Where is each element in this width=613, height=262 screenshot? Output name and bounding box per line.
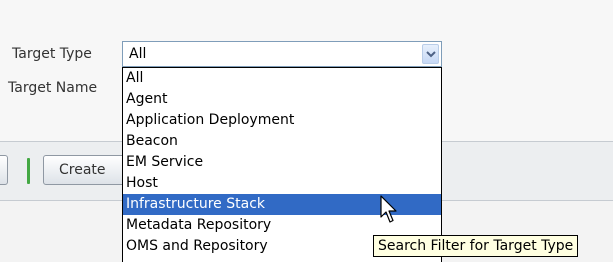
option-application-deployment[interactable]: Application Deployment [123, 110, 441, 131]
option-all[interactable]: All [123, 68, 441, 89]
target-type-label: Target Type [12, 46, 92, 62]
tooltip: Search Filter for Target Type [373, 235, 579, 257]
option-em-service[interactable]: EM Service [123, 152, 441, 173]
target-type-selected-value: All [129, 46, 147, 62]
dropdown-arrow-button[interactable] [422, 44, 439, 64]
toolbar-separator [27, 158, 30, 184]
chevron-down-icon [426, 51, 436, 58]
create-button[interactable]: Create [43, 155, 133, 185]
mouse-pointer-icon [380, 195, 397, 223]
option-host[interactable]: Host [123, 173, 441, 194]
option-agent[interactable]: Agent [123, 89, 441, 110]
target-search-panel: Target Type Target Name Create All All A… [0, 0, 613, 262]
option-beacon[interactable]: Beacon [123, 131, 441, 152]
toolbar-prev-button[interactable] [0, 155, 8, 185]
target-name-label: Target Name [8, 80, 98, 96]
target-type-dropdown-list: All Agent Application Deployment Beacon … [122, 67, 442, 262]
target-type-select[interactable]: All [122, 41, 442, 67]
